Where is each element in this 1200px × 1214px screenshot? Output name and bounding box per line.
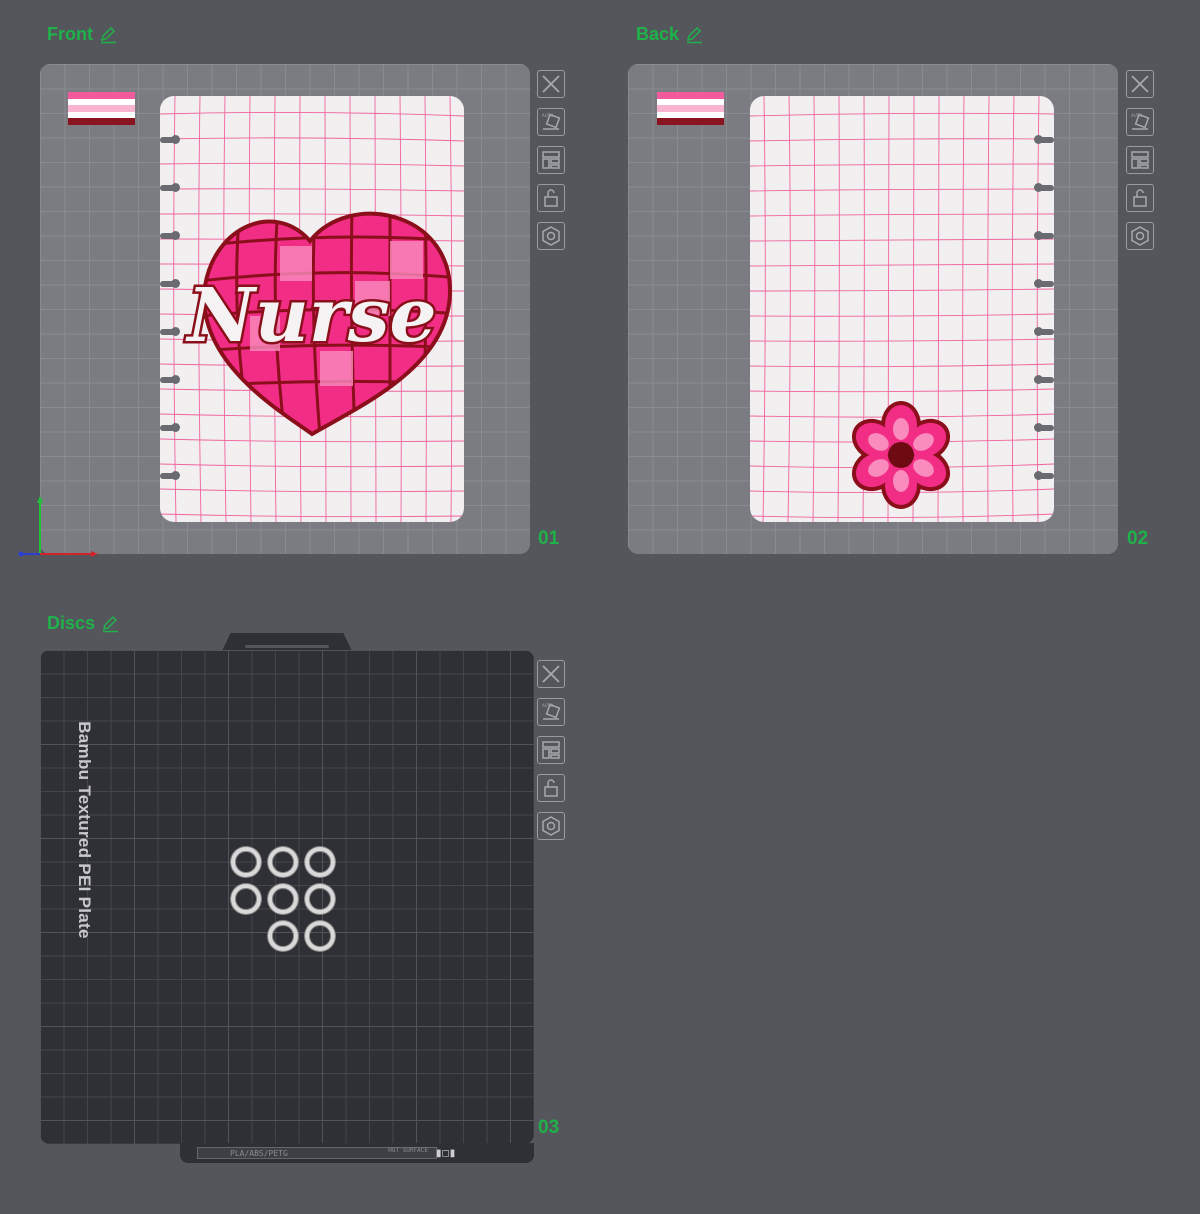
- plate-title-label: Front: [47, 24, 93, 44]
- disc-model[interactable]: [305, 921, 335, 951]
- lock-icon[interactable]: [537, 774, 565, 802]
- plate-title-label: Discs: [47, 613, 96, 633]
- arrange-icon[interactable]: [537, 146, 565, 174]
- disc-model[interactable]: [231, 884, 261, 914]
- auto-orient-icon[interactable]: AUTO: [537, 108, 565, 136]
- back-cover-model[interactable]: [750, 96, 1054, 522]
- edit-icon[interactable]: [685, 26, 703, 44]
- plate-toolbar-discs: AUTO: [537, 660, 569, 840]
- plate-title-front[interactable]: Front: [47, 24, 117, 45]
- filament-swatch: [657, 92, 724, 125]
- disc-model[interactable]: [231, 847, 261, 877]
- disc-model[interactable]: [268, 921, 298, 951]
- auto-orient-icon[interactable]: AUTO: [537, 698, 565, 726]
- close-icon[interactable]: [537, 70, 565, 98]
- edit-icon[interactable]: [101, 615, 119, 633]
- plate-number: 02: [1127, 528, 1149, 549]
- filament-types-text: PLA/ABS/PETG: [230, 1149, 288, 1158]
- hot-surface-text: HOT SURFACE: [388, 1147, 428, 1154]
- disc-model[interactable]: [268, 847, 298, 877]
- plate-bottom-strip: PLA/ABS/PETG HOT SURFACE ▮◻▮: [180, 1143, 534, 1163]
- close-icon[interactable]: [1126, 70, 1154, 98]
- disc-model[interactable]: [305, 847, 335, 877]
- flower-graphic: [851, 401, 951, 509]
- plate-toolbar-back: AUTO: [1126, 70, 1158, 250]
- lock-icon[interactable]: [537, 184, 565, 212]
- arrange-icon[interactable]: [537, 736, 565, 764]
- plate-type-label: Bambu Textured PEI Plate: [75, 721, 94, 939]
- svg-text:AUTO: AUTO: [542, 703, 553, 708]
- auto-orient-icon[interactable]: AUTO: [1126, 108, 1154, 136]
- edit-icon[interactable]: [99, 26, 117, 44]
- plate-toolbar-front: AUTO: [537, 70, 569, 250]
- svg-text:AUTO: AUTO: [542, 113, 553, 118]
- plate-title-label: Back: [636, 24, 680, 44]
- plate-title-back[interactable]: Back: [636, 24, 703, 45]
- svg-text:AUTO: AUTO: [1131, 113, 1142, 118]
- filament-compat-label: PLA/ABS/PETG HOT SURFACE: [197, 1147, 437, 1159]
- disc-model[interactable]: [268, 884, 298, 914]
- plate-title-discs[interactable]: Discs: [47, 613, 119, 634]
- close-icon[interactable]: [537, 660, 565, 688]
- front-cover-model[interactable]: Nurse: [160, 96, 464, 522]
- settings-icon[interactable]: [537, 812, 565, 840]
- disc-model[interactable]: [305, 884, 335, 914]
- lock-icon[interactable]: [1126, 184, 1154, 212]
- nurse-heart-graphic: Nurse: [183, 211, 453, 437]
- plate-number: 01: [538, 528, 560, 549]
- settings-icon[interactable]: [1126, 222, 1154, 250]
- filament-swatch: [68, 92, 135, 125]
- axis-gizmo: [18, 496, 98, 557]
- plate-number: 03: [538, 1117, 560, 1138]
- arrange-icon[interactable]: [1126, 146, 1154, 174]
- nurse-text: Nurse: [185, 273, 436, 359]
- settings-icon[interactable]: [537, 222, 565, 250]
- plate-symbols-icon: ▮◻▮: [436, 1148, 456, 1159]
